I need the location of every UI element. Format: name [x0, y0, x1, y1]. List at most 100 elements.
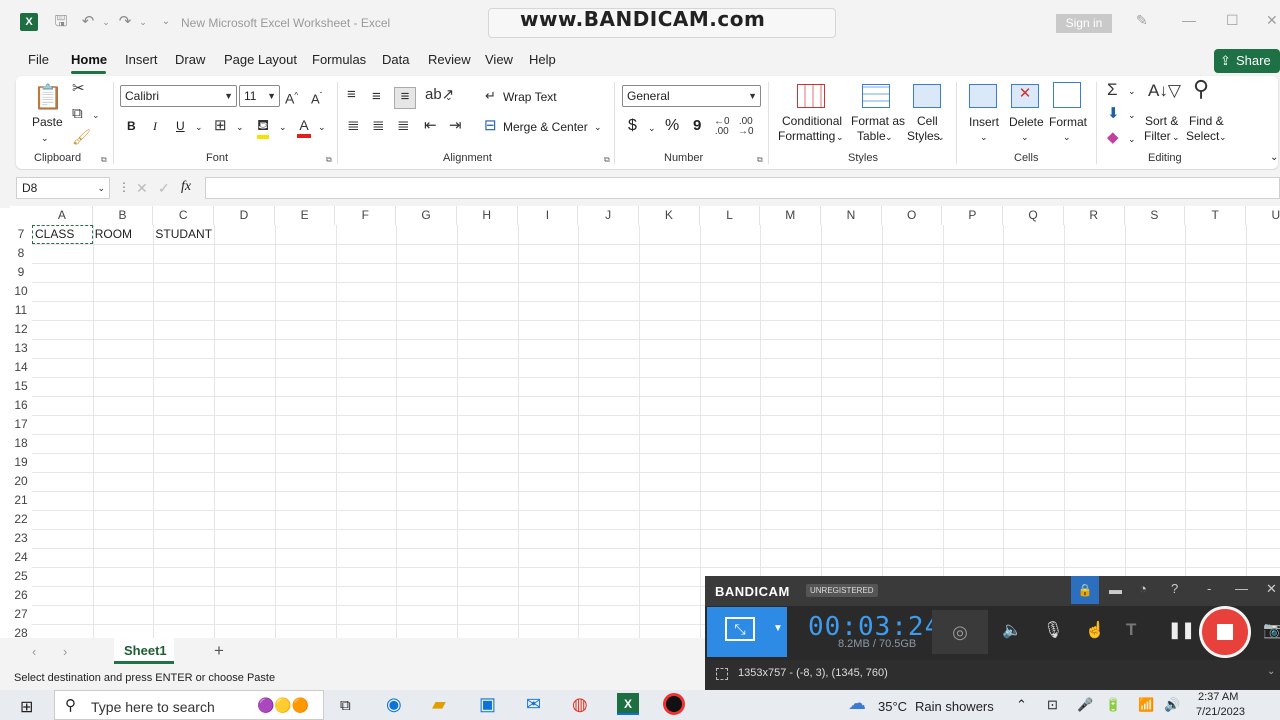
task-view-icon[interactable]: ⧉ [340, 697, 351, 714]
pause-icon[interactable]: ❚❚ [1168, 620, 1195, 640]
fill-dropdown-icon[interactable]: ⌄ [1128, 108, 1136, 123]
row-header[interactable]: 28 [10, 624, 32, 638]
alignment-launcher-icon[interactable]: ⧉ [604, 155, 610, 165]
excel-taskbar-icon[interactable]: X [617, 693, 639, 715]
find-select-icon[interactable]: ⚲ [1193, 78, 1209, 100]
row-header[interactable]: 18 [10, 434, 32, 453]
name-box[interactable]: D8 ⌄ [16, 177, 110, 199]
currency-button[interactable]: $ [628, 118, 637, 134]
sort-filter-label2[interactable]: Filter [1144, 129, 1171, 144]
column-header[interactable]: J [578, 206, 639, 225]
comma-style-button[interactable]: 9 [693, 118, 701, 133]
row-header[interactable]: 27 [10, 605, 32, 624]
collapse-ribbon-icon[interactable]: ⌄ [1270, 150, 1278, 165]
expand-icon[interactable]: ⌄ [1267, 666, 1275, 677]
format-as-table-icon[interactable] [862, 84, 890, 108]
maximize-icon[interactable]: ☐ [1226, 12, 1239, 29]
insert-cells-icon[interactable] [969, 84, 997, 108]
font-color-icon[interactable]: A [297, 116, 311, 138]
help-icon[interactable]: ? [1171, 581, 1178, 596]
bc-collapse-icon[interactable]: - [1207, 581, 1211, 596]
cell-a7[interactable]: CLASS [32, 225, 93, 244]
align-middle-icon[interactable]: ≡ [372, 88, 381, 106]
decrease-indent-icon[interactable]: ⇤ [424, 117, 437, 135]
redo-icon[interactable]: ↷ [117, 14, 133, 30]
add-sheet-icon[interactable]: + [214, 641, 224, 661]
clear-dropdown-icon[interactable]: ⌄ [1128, 132, 1136, 147]
format-cells-button[interactable]: Format [1049, 115, 1087, 130]
conditional-formatting-label2[interactable]: Formatting [778, 129, 835, 144]
bold-button[interactable]: B [127, 119, 136, 134]
column-header[interactable]: L [700, 206, 761, 225]
number-format-select[interactable]: General ▼ [622, 85, 761, 107]
cell-c7[interactable]: STUDANT [153, 225, 214, 244]
tab-page-layout[interactable]: Page Layout [224, 52, 297, 67]
taskbar-search[interactable]: ⚲ Type here to search 🟣🟡🟠 [54, 690, 324, 720]
fill-icon[interactable]: ⬇ [1107, 105, 1120, 123]
column-header[interactable]: M [760, 206, 822, 225]
currency-dropdown-icon[interactable]: ⌄ [648, 121, 656, 136]
row-header[interactable]: 8 [10, 244, 32, 263]
row-header[interactable]: 13 [10, 339, 32, 358]
font-color-dropdown-icon[interactable]: ⌄ [318, 120, 326, 135]
mouse-click-icon[interactable]: ☝ [1085, 620, 1105, 640]
copy-dropdown-icon[interactable]: ⌄ [92, 106, 100, 124]
wrap-text-button[interactable]: Wrap Text [503, 90, 557, 105]
confirm-entry-icon[interactable]: ✓ [158, 180, 170, 197]
bandicam-taskbar-icon[interactable] [663, 693, 685, 715]
align-bottom-icon[interactable]: ≡ [394, 87, 416, 109]
sort-filter-label1[interactable]: Sort & [1145, 114, 1178, 129]
format-as-table-label2[interactable]: Table [857, 129, 886, 144]
column-header[interactable]: N [821, 206, 882, 225]
tab-home[interactable]: Home [71, 52, 107, 67]
column-header[interactable]: D [214, 206, 275, 225]
percent-button[interactable]: % [665, 118, 679, 134]
tab-draw[interactable]: Draw [175, 52, 205, 67]
tab-insert[interactable]: Insert [125, 52, 158, 67]
increase-indent-icon[interactable]: ⇥ [449, 117, 462, 135]
column-header[interactable]: R [1064, 206, 1125, 225]
wifi-icon[interactable]: 📶 [1138, 697, 1154, 713]
close-icon[interactable]: ✕ [1266, 12, 1278, 29]
insert-dropdown-icon[interactable]: ⌄ [980, 130, 988, 145]
borders-icon[interactable]: ⊞ [214, 117, 227, 135]
lock-icon[interactable]: 🔒 [1071, 576, 1099, 604]
cell-styles-icon[interactable] [913, 84, 941, 108]
cell-b7[interactable]: ROOM [93, 225, 154, 244]
column-header[interactable]: C [153, 206, 215, 225]
format-painter-icon[interactable]: 🖌 [72, 129, 91, 147]
column-header[interactable]: H [457, 206, 518, 225]
merge-dropdown-icon[interactable]: ⌄ [594, 120, 602, 135]
sort-filter-dropdown-icon[interactable]: ⌄ [1172, 130, 1180, 145]
tab-data[interactable]: Data [382, 52, 409, 67]
row-header[interactable]: 23 [10, 529, 32, 548]
decrease-font-icon[interactable]: Aˇ [311, 87, 322, 108]
find-select-label2[interactable]: Select [1186, 129, 1219, 144]
store-icon[interactable]: ▣ [479, 694, 496, 715]
windows-start-icon[interactable]: ⊞ [20, 697, 33, 717]
next-sheet-icon[interactable]: › [63, 644, 67, 659]
italic-button[interactable]: I [153, 119, 157, 134]
number-launcher-icon[interactable]: ⧉ [757, 155, 763, 165]
paste-button[interactable]: Paste [32, 115, 63, 130]
cut-icon[interactable]: ✂ [72, 80, 85, 98]
row-header[interactable]: 22 [10, 510, 32, 529]
align-top-icon[interactable]: ≡ [347, 86, 356, 104]
minimize-icon[interactable]: — [1182, 12, 1196, 28]
borders-dropdown-icon[interactable]: ⌄ [236, 120, 244, 135]
cell-styles-label2[interactable]: Styles [907, 129, 940, 144]
tray-mic-icon[interactable]: 🎤 [1077, 697, 1093, 713]
underline-dropdown-icon[interactable]: ⌄ [195, 120, 203, 135]
chrome-icon[interactable]: ◍ [572, 694, 588, 715]
file-explorer-icon[interactable]: ▰ [432, 694, 446, 715]
row-header[interactable]: 26 [10, 586, 32, 605]
row-header[interactable]: 16 [10, 396, 32, 415]
weather-temp[interactable]: 35°C [878, 699, 907, 714]
decrease-decimal-icon[interactable]: .00 →0 [738, 117, 754, 137]
customize-qat-icon[interactable]: ⌄ [158, 14, 174, 30]
pen-icon[interactable]: ✎ [1136, 12, 1148, 29]
column-header[interactable]: A [32, 206, 93, 225]
worksheet-grid[interactable]: A B C D E F G H I J K L M N O P Q R S T U 7 8 9 10 11 12 13 14 15 16 17… [10, 206, 1280, 638]
format-as-table-label1[interactable]: Format as [851, 114, 905, 129]
screenshot-icon[interactable]: 📷 [1263, 620, 1280, 640]
